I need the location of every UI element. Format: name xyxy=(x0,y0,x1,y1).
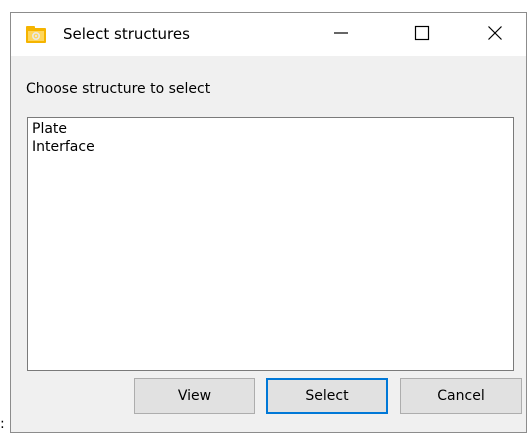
folder-gear-icon xyxy=(25,23,47,45)
maximize-button[interactable] xyxy=(395,13,449,56)
select-structures-dialog: Select structures Choose structure to se… xyxy=(10,12,527,433)
window-title: Select structures xyxy=(63,25,190,43)
list-item-interface[interactable]: Interface xyxy=(32,138,509,156)
cancel-button[interactable]: Cancel xyxy=(400,378,522,414)
stray-colon: : xyxy=(0,416,5,432)
title-bar[interactable]: Select structures xyxy=(11,13,526,56)
minimize-button[interactable] xyxy=(314,13,368,56)
view-button[interactable]: View xyxy=(134,378,255,414)
structure-listbox[interactable]: Plate Interface xyxy=(27,117,514,371)
close-button[interactable] xyxy=(468,13,522,56)
select-button[interactable]: Select xyxy=(266,378,388,414)
list-item-plate[interactable]: Plate xyxy=(32,120,509,138)
screen: : Select structures Choose structure to … xyxy=(0,0,529,435)
minimize-icon xyxy=(333,25,349,45)
prompt-label: Choose structure to select xyxy=(26,81,211,97)
maximize-icon xyxy=(414,25,430,45)
close-icon xyxy=(487,25,503,45)
